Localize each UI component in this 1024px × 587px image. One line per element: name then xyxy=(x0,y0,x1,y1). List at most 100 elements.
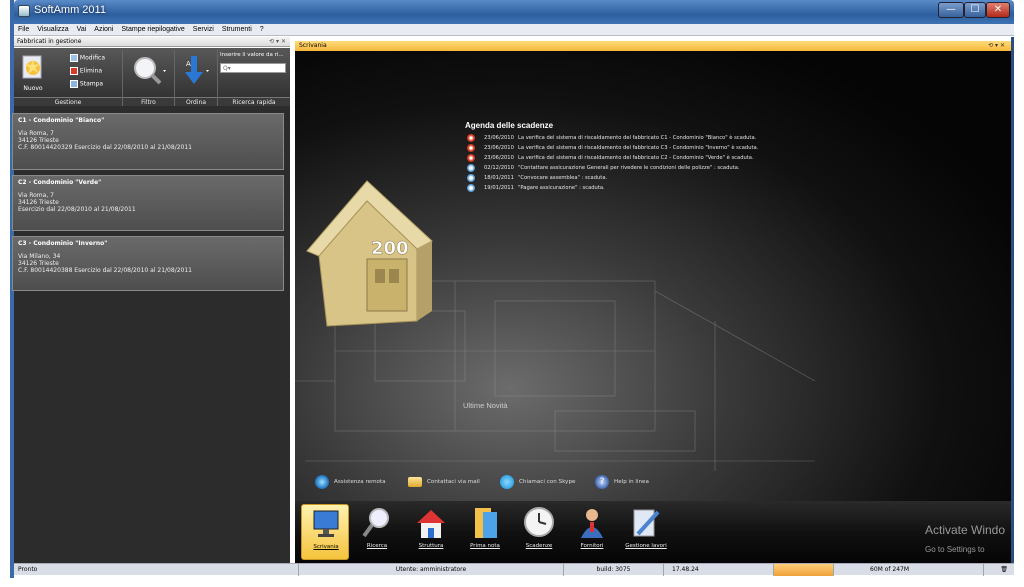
elimina-label: Elimina xyxy=(79,67,103,75)
activation-watermark: Activate Windo xyxy=(925,523,1006,537)
app-icon xyxy=(18,5,30,17)
trash-icon[interactable]: 🗑 xyxy=(983,564,1014,576)
quick-search-input[interactable] xyxy=(220,63,286,73)
building-city: 34126 Trieste xyxy=(18,260,59,267)
minimize-button[interactable]: — xyxy=(938,2,964,18)
building-card[interactable]: C3 - Condominio "Inverno" Via Milano, 34… xyxy=(12,236,284,291)
tools-icon xyxy=(633,509,660,537)
building-card[interactable]: C1 - Condominio "Bianco" Via Roma, 7 341… xyxy=(12,113,284,170)
edit-icon xyxy=(70,54,78,62)
dock-label: Gestione lavori xyxy=(625,543,667,549)
menu-servizi[interactable]: Servizi xyxy=(189,24,218,36)
maximize-button[interactable]: ☐ xyxy=(964,2,986,18)
building-details: Esercizio dal 22/08/2010 al 21/08/2011 xyxy=(18,206,136,213)
building-address: Via Roma, 7 xyxy=(18,130,54,137)
dock-scrivania[interactable]: Scrivania xyxy=(301,504,349,560)
left-panel-title: Fabbricati in gestione xyxy=(17,38,82,45)
nuovo-button[interactable]: Nuovo xyxy=(20,54,46,92)
panel-controls[interactable]: ⟲ ▾ ✕ xyxy=(988,41,1005,51)
building-address: Via Roma, 7 xyxy=(18,192,54,199)
panel-controls[interactable]: ⟲ ▾ ✕ xyxy=(269,37,286,47)
dock-label: Scrivania xyxy=(313,544,339,550)
elimina-button[interactable]: Elimina xyxy=(70,67,120,76)
building-details: C.F. 80014420329 Esercizio dal 22/08/201… xyxy=(18,144,192,151)
building-title: C2 - Condominio "Verde" xyxy=(18,179,102,186)
ribbon-group-filtro: Filtro xyxy=(123,97,174,106)
printer-icon xyxy=(70,80,78,88)
building-details: C.F. 80014420388 Esercizio dal 22/08/201… xyxy=(18,267,192,274)
ribbon-group-ordina: Ordina xyxy=(175,97,217,106)
close-button[interactable]: ✕ xyxy=(986,2,1010,18)
menu-visualizza[interactable]: Visualizza xyxy=(33,24,72,36)
menu-bar: File Visualizza Vai Azioni Stampe riepilogat… xyxy=(14,24,1014,36)
dock-gestione-lavori[interactable]: Gestione lavori xyxy=(622,504,670,560)
agenda-title: Agenda delle scadenze xyxy=(465,121,554,130)
news-title: Ultime Novità xyxy=(463,401,508,410)
status-progress xyxy=(773,564,833,576)
help-icon: ? xyxy=(595,475,609,489)
menu-stampe-riepilogative[interactable]: Stampe riepilogative xyxy=(117,24,188,36)
building-title: C3 - Condominio "Inverno" xyxy=(18,240,108,247)
agenda-text: La verifica del sistema di riscaldamento… xyxy=(518,135,757,141)
globe-icon xyxy=(315,475,329,489)
dock-prima-nota[interactable]: Prima nota xyxy=(461,504,509,560)
title-bar[interactable]: SoftAmm 2011 — ☐ ✕ xyxy=(14,0,1014,24)
dock-scadenze[interactable]: Scadenze xyxy=(515,504,563,560)
status-bar: Pronto Utente: amministratore build: 307… xyxy=(14,563,1014,576)
clock-icon xyxy=(467,184,475,192)
window-title: SoftAmm 2011 xyxy=(34,4,106,16)
menu-vai[interactable]: Vai xyxy=(73,24,91,36)
status-user: Utente: amministratore xyxy=(298,564,563,576)
house-icon xyxy=(417,510,445,538)
mail-icon xyxy=(408,477,422,487)
stampa-label: Stampa xyxy=(79,80,104,88)
dock-struttura[interactable]: Struttura xyxy=(407,504,455,560)
link-label: Help in linea xyxy=(614,479,649,485)
building-city: 34126 Trieste xyxy=(18,199,59,206)
agenda-text: La verifica del sistema di riscaldamento… xyxy=(518,155,754,161)
person-icon xyxy=(581,509,603,538)
modifica-button[interactable]: Modifica xyxy=(70,54,120,63)
filtro-button[interactable] xyxy=(130,54,168,88)
svg-text:A: A xyxy=(186,60,191,68)
menu-file[interactable]: File xyxy=(14,24,33,36)
agenda-date: 02/12/2010 xyxy=(484,165,514,171)
building-city: 34126 Trieste xyxy=(18,137,59,144)
link-label: Assistenza remota xyxy=(334,479,386,485)
nuovo-label: Nuovo xyxy=(23,85,43,92)
agenda-date: 18/01/2011 xyxy=(484,175,514,181)
menu-strumenti[interactable]: Strumenti xyxy=(218,24,256,36)
right-panel-header: Scrivania ⟲ ▾ ✕ xyxy=(295,41,1011,51)
desktop-area: 200 Agenda delle scadenze 23/06/2010 La … xyxy=(295,51,1011,501)
activation-watermark-sub: Go to Settings to xyxy=(925,545,985,554)
banknote-value: 200 xyxy=(371,238,409,259)
dock-ricerca[interactable]: Ricerca xyxy=(353,504,401,560)
sort-arrow-icon: A xyxy=(185,56,209,84)
ribbon-toolbar: Nuovo Modifica Elimina Stampa A Inserire… xyxy=(14,48,290,106)
status-build: build: 3075 xyxy=(563,564,663,576)
link-label: Contattaci via mail xyxy=(427,479,480,485)
delete-icon xyxy=(70,67,78,75)
alert-icon xyxy=(467,154,475,162)
modifica-label: Modifica xyxy=(79,54,105,62)
menu-azioni[interactable]: Azioni xyxy=(90,24,117,36)
menu-help[interactable]: ? xyxy=(256,24,268,36)
agenda-text: La verifica del sistema di riscaldamento… xyxy=(518,145,759,151)
status-time: 17.48.24 xyxy=(663,564,773,576)
dock-fornitori[interactable]: Fornitori xyxy=(568,504,616,560)
agenda-text: "Contattare assicurazione Generali per r… xyxy=(518,165,740,171)
search-label: Inserire il valore da ri... xyxy=(220,52,284,58)
alert-icon xyxy=(467,144,475,152)
alert-icon xyxy=(467,134,475,142)
stampa-button[interactable]: Stampa xyxy=(70,80,120,89)
skype-icon xyxy=(500,475,514,489)
right-panel-title: Scrivania xyxy=(299,42,327,49)
ordina-button[interactable]: A xyxy=(182,54,212,88)
left-panel-header: Fabbricati in gestione ⟲ ▾ ✕ xyxy=(14,37,290,47)
agenda-date: 23/06/2010 xyxy=(484,145,514,151)
dock-label: Fornitori xyxy=(580,543,604,549)
dock-label: Ricerca xyxy=(366,543,388,549)
building-card[interactable]: C2 - Condominio "Verde" Via Roma, 7 3412… xyxy=(12,175,284,231)
link-label: Chiamaci con Skype xyxy=(519,479,576,485)
module-dock: Scrivania Ricerca Struttura Prima nota S… xyxy=(295,501,1011,563)
